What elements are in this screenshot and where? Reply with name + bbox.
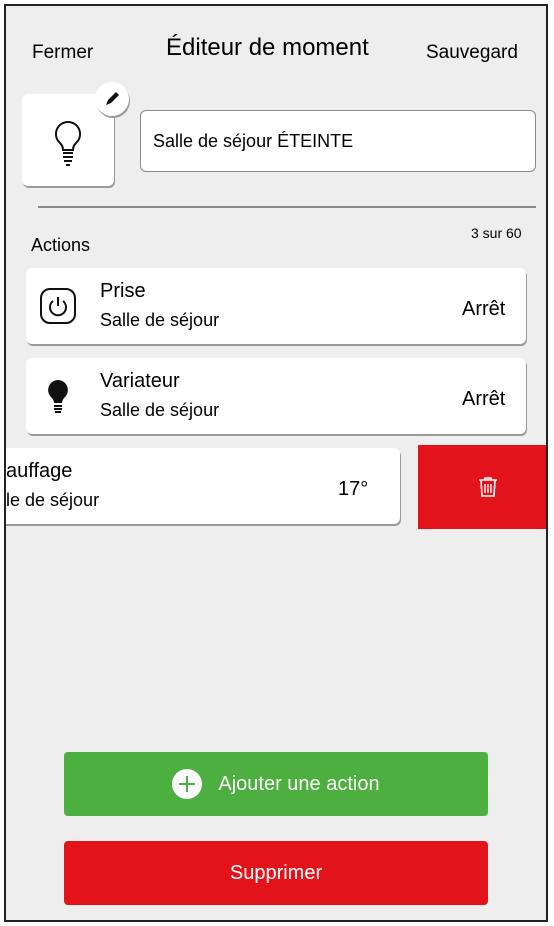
add-action-button[interactable]: Ajouter une action bbox=[64, 752, 488, 816]
action-title: Variateur bbox=[100, 370, 180, 392]
action-row-variateur[interactable]: Variateur Salle de séjour Arrêt bbox=[26, 358, 526, 434]
action-title: Prise bbox=[100, 280, 146, 302]
actions-label: Actions bbox=[31, 235, 91, 255]
bulb-filled-icon bbox=[48, 380, 68, 413]
add-action-label: Ajouter une action bbox=[218, 772, 380, 795]
action-title: auffage bbox=[6, 460, 73, 482]
action-row-chauffage-swiped[interactable]: auffage le de séjour 17° bbox=[6, 448, 400, 524]
action-value: 17° bbox=[338, 478, 369, 500]
swipe-delete-button[interactable] bbox=[418, 445, 546, 529]
delete-label: Supprimer bbox=[229, 861, 323, 884]
plus-icon bbox=[172, 769, 203, 799]
divider bbox=[38, 206, 536, 208]
page-title: Éditeur de moment bbox=[166, 34, 369, 61]
moment-name-input[interactable] bbox=[140, 110, 536, 172]
action-value: Arrêt bbox=[462, 298, 506, 320]
delete-moment-button[interactable]: Supprimer bbox=[64, 841, 488, 905]
moment-editor-screen: Fermer Éditeur de moment Sauvegard Actio… bbox=[4, 4, 548, 922]
pencil-icon bbox=[106, 92, 119, 105]
edit-icon-button[interactable] bbox=[95, 82, 129, 116]
trash-icon bbox=[479, 477, 497, 497]
power-icon bbox=[40, 288, 76, 324]
action-row-prise[interactable]: Prise Salle de séjour Arrêt bbox=[26, 268, 526, 344]
save-button[interactable]: Sauvegard bbox=[426, 42, 518, 64]
action-subtitle: Salle de séjour bbox=[100, 310, 220, 330]
actions-count: 3 sur 60 bbox=[471, 225, 522, 241]
close-button[interactable]: Fermer bbox=[32, 42, 93, 64]
action-value: Arrêt bbox=[462, 388, 506, 410]
action-subtitle: le de séjour bbox=[6, 490, 100, 510]
action-subtitle: Salle de séjour bbox=[100, 400, 220, 420]
